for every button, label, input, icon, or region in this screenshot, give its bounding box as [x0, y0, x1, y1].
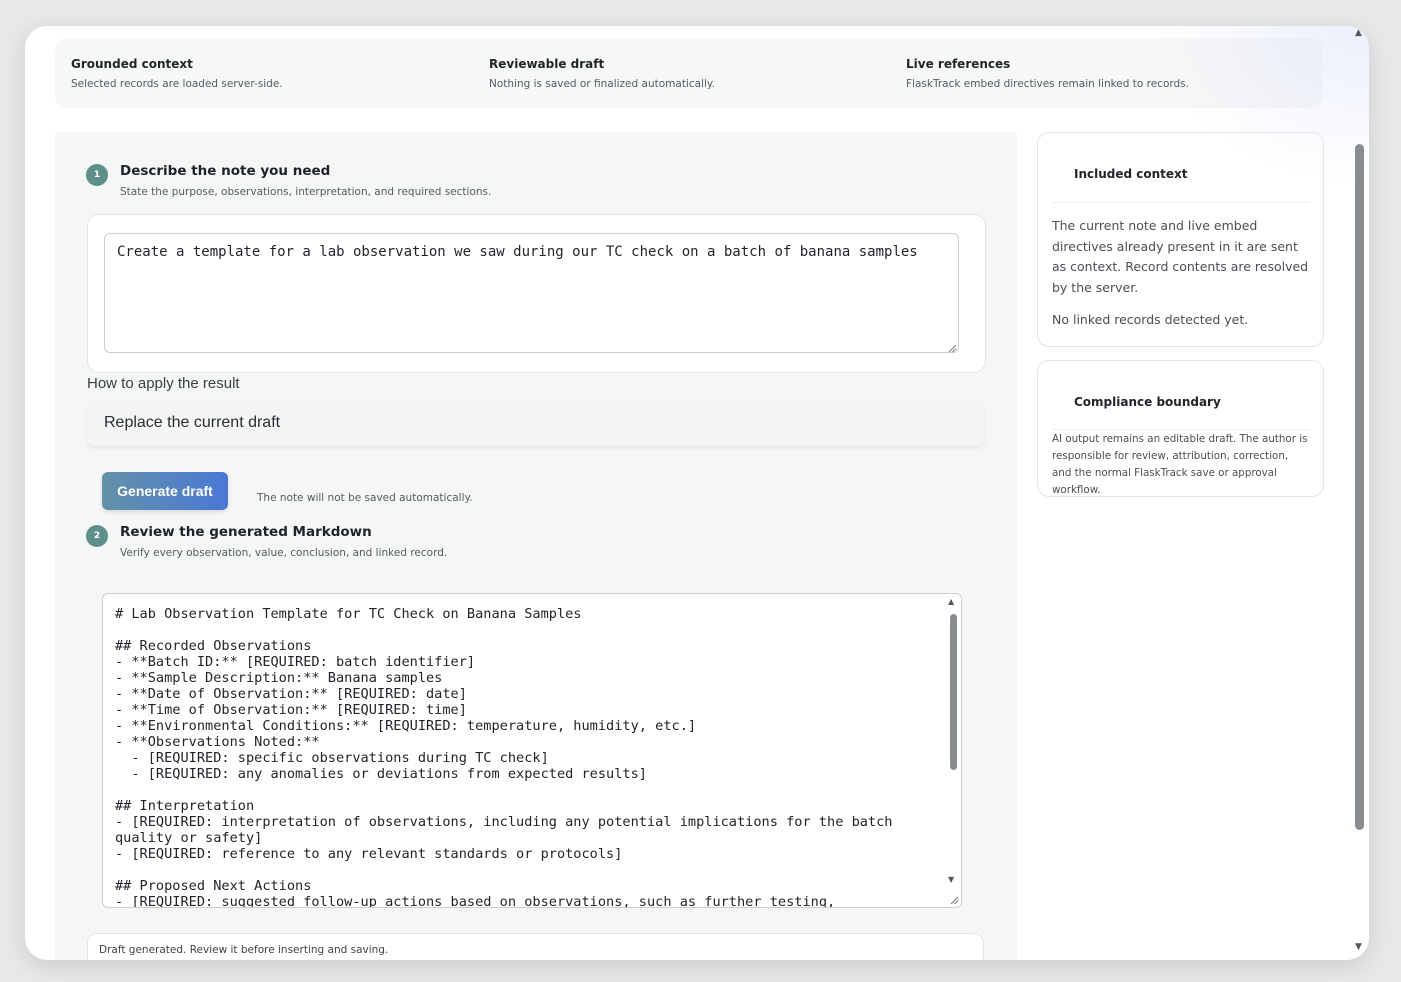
- step-2-subtitle: Verify every observation, value, conclus…: [120, 547, 448, 559]
- info-title: Grounded context: [71, 57, 193, 71]
- step-1-title: Describe the note you need: [120, 163, 331, 179]
- info-live-references: Live references FlaskTrack embed directi…: [906, 57, 1189, 90]
- prompt-card: Create a template for a lab observation …: [87, 214, 986, 373]
- compliance-body: AI output remains an editable draft. The…: [1052, 433, 1308, 496]
- apply-mode-label: How to apply the result: [87, 375, 240, 392]
- info-desc: Nothing is saved or finalized automatica…: [489, 78, 715, 90]
- step-2-title: Review the generated Markdown: [120, 524, 372, 540]
- generate-draft-button[interactable]: Generate draft: [102, 472, 228, 510]
- markdown-output-text: # Lab Observation Template for TC Check …: [115, 606, 893, 908]
- info-title: Reviewable draft: [489, 57, 605, 71]
- scroll-down-arrow-icon[interactable]: ▼: [948, 876, 954, 884]
- info-desc: Selected records are loaded server-side.: [71, 78, 283, 90]
- included-context-empty: No linked records detected yet.: [1052, 312, 1249, 327]
- included-context-title: Included context: [1074, 167, 1188, 181]
- page-scroll-thumb[interactable]: [1355, 144, 1364, 830]
- compliance-title: Compliance boundary: [1074, 395, 1221, 409]
- resize-grip-icon[interactable]: [948, 344, 957, 353]
- info-strip: Grounded context Selected records are lo…: [55, 38, 1323, 108]
- prompt-textarea[interactable]: Create a template for a lab observation …: [104, 233, 959, 353]
- scroll-up-arrow-icon[interactable]: ▲: [948, 598, 954, 606]
- output-scrollbar[interactable]: ▲ ▼: [945, 594, 961, 907]
- markdown-output-textarea[interactable]: # Lab Observation Template for TC Check …: [102, 593, 962, 908]
- generate-note: The note will not be saved automatically…: [257, 492, 473, 504]
- info-grounded-context: Grounded context Selected records are lo…: [71, 57, 283, 90]
- info-reviewable-draft: Reviewable draft Nothing is saved or fin…: [489, 57, 715, 90]
- step-1-badge: 1: [86, 164, 108, 186]
- compliance-card: Compliance boundary AI output remains an…: [1037, 360, 1324, 497]
- step-1-subtitle: State the purpose, observations, interpr…: [120, 186, 492, 198]
- included-context-card: Included context The current note and li…: [1037, 132, 1324, 347]
- main-panel: 1 Describe the note you need State the p…: [55, 132, 1017, 960]
- page-scrollbar[interactable]: ▲ ▼: [1353, 26, 1369, 960]
- info-desc: FlaskTrack embed directives remain linke…: [906, 78, 1189, 90]
- divider: [1052, 202, 1309, 203]
- page-scroll-up-icon[interactable]: ▲: [1355, 28, 1362, 38]
- included-context-body: The current note and live embed directiv…: [1052, 218, 1309, 295]
- output-scroll-thumb[interactable]: [950, 614, 957, 770]
- divider: [1052, 429, 1309, 430]
- info-title: Live references: [906, 57, 1011, 71]
- page-scroll-down-icon[interactable]: ▼: [1355, 942, 1362, 952]
- status-message: Draft generated. Review it before insert…: [87, 933, 984, 960]
- apply-mode-value: Replace the current draft: [104, 414, 281, 431]
- resize-grip-icon[interactable]: [950, 896, 959, 905]
- step-2-badge: 2: [86, 525, 108, 547]
- apply-mode-select[interactable]: Replace the current draft: [87, 400, 984, 446]
- app-window: Grounded context Selected records are lo…: [25, 26, 1369, 960]
